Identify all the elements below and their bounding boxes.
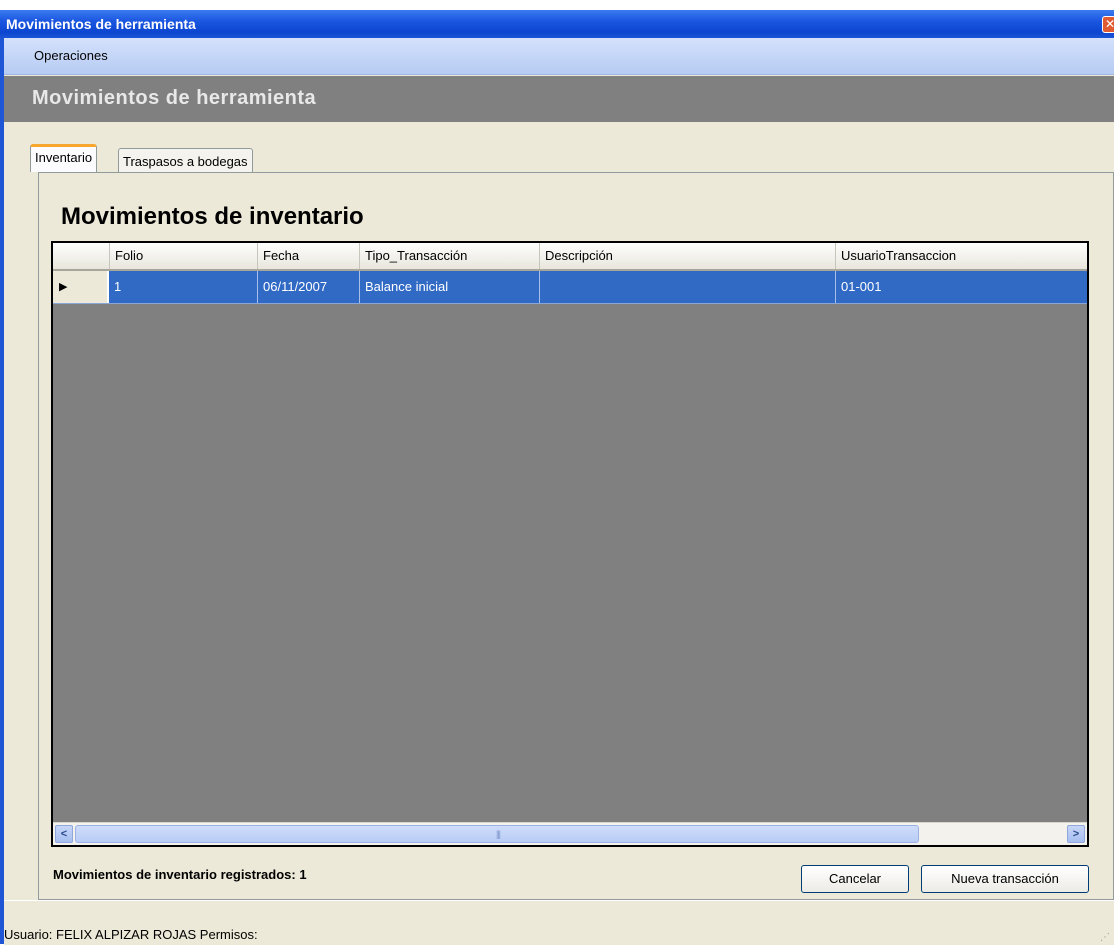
cell-tipo-transaccion[interactable]: Balance inicial xyxy=(359,271,539,303)
close-icon[interactable]: ✕ xyxy=(1102,16,1114,33)
row-selector[interactable]: ▶ xyxy=(53,271,109,303)
cell-usuario-transaccion[interactable]: 01-001 xyxy=(835,271,1087,303)
status-text: Usuario: FELIX ALPIZAR ROJAS Permisos: xyxy=(4,927,258,942)
tab-traspasos-a-bodegas[interactable]: Traspasos a bodegas xyxy=(118,148,253,172)
status-bar: Usuario: FELIX ALPIZAR ROJAS Permisos: ⋰ xyxy=(4,900,1114,945)
chevron-right-icon[interactable]: > xyxy=(1067,825,1085,843)
column-header-folio[interactable]: Folio xyxy=(109,243,257,269)
window-title: Movimientos de herramienta xyxy=(6,16,196,32)
column-header-usuario-transaccion[interactable]: UsuarioTransaccion xyxy=(835,243,1087,269)
movements-grid[interactable]: Folio Fecha Tipo_Transacción Descripción… xyxy=(51,241,1089,847)
grid-header: Folio Fecha Tipo_Transacción Descripción… xyxy=(53,243,1087,271)
column-header-fecha[interactable]: Fecha xyxy=(257,243,359,269)
column-header-descripcion[interactable]: Descripción xyxy=(539,243,835,269)
title-bar[interactable]: Movimientos de herramienta ✕ xyxy=(0,10,1114,38)
menu-item-operaciones[interactable]: Operaciones xyxy=(34,48,108,63)
column-header-tipo-transaccion[interactable]: Tipo_Transacción xyxy=(359,243,539,269)
new-transaction-button[interactable]: Nueva transacción xyxy=(921,865,1089,893)
table-row[interactable]: ▶ 1 06/11/2007 Balance inicial 01-001 xyxy=(53,271,1087,304)
scrollbar-thumb[interactable]: ||| xyxy=(75,825,919,843)
tab-panel-inventario: Movimientos de inventario Folio Fecha Ti… xyxy=(38,172,1114,900)
tab-label: Inventario xyxy=(35,150,93,165)
desktop-top-strip xyxy=(0,0,1114,10)
records-count-label: Movimientos de inventario registrados: 1 xyxy=(53,867,307,882)
tab-inventario[interactable]: Inventario xyxy=(30,144,98,172)
banner-title: Movimientos de herramienta xyxy=(32,87,317,109)
page-banner: Movimientos de herramienta xyxy=(4,76,1114,122)
cell-fecha[interactable]: 06/11/2007 xyxy=(257,271,359,303)
app-window: Movimientos de herramienta ✕ Operaciones… xyxy=(0,10,1114,945)
horizontal-scrollbar[interactable]: < ||| > xyxy=(53,822,1087,845)
section-title: Movimientos de inventario xyxy=(61,203,364,230)
cell-folio[interactable]: 1 xyxy=(109,271,257,303)
grip-icon: ||| xyxy=(496,829,501,839)
tab-label: Traspasos a bodegas xyxy=(123,154,248,169)
chevron-left-icon[interactable]: < xyxy=(55,825,73,843)
menu-bar: Operaciones xyxy=(4,38,1114,75)
row-header-corner xyxy=(53,243,109,269)
resize-grip-icon[interactable]: ⋰ xyxy=(1100,932,1110,943)
cancel-button[interactable]: Cancelar xyxy=(801,865,909,893)
triangle-right-icon: ▶ xyxy=(59,281,68,293)
cell-descripcion[interactable] xyxy=(539,271,835,303)
